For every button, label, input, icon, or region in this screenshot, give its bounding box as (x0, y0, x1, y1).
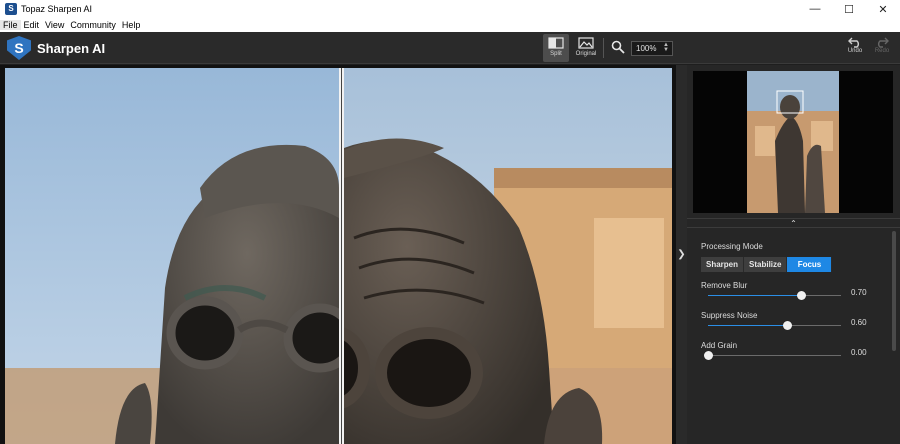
zoom-spinner-icon[interactable]: ▲ ▼ (663, 42, 669, 53)
undo-button[interactable]: Undo (843, 36, 867, 54)
mode-stabilize-button[interactable]: Stabilize (744, 257, 788, 272)
statue-photo-original (5, 68, 339, 444)
window-titlebar: S Topaz Sharpen AI — ☐ ✕ (0, 0, 900, 18)
panel-toggle-rail[interactable]: ❯ (676, 65, 687, 444)
settings-section: Processing Mode Sharpen Stabilize Focus … (687, 229, 900, 444)
suppress-noise-slider[interactable] (708, 321, 841, 330)
collapse-navigator-button[interactable]: ⌃ (687, 218, 900, 228)
suppress-noise-value: 0.60 (851, 318, 867, 327)
app-icon: S (5, 3, 17, 15)
settings-scrollbar[interactable] (891, 229, 896, 444)
menu-community[interactable]: Community (67, 20, 119, 30)
undo-label: Undo (847, 48, 863, 54)
app-logo-icon: S (7, 36, 31, 60)
navigator-preview-image (693, 71, 893, 213)
suppress-noise-knob[interactable] (783, 321, 793, 330)
split-view-button[interactable]: Split (543, 34, 569, 62)
close-button[interactable]: ✕ (866, 0, 900, 18)
original-view-icon (578, 37, 594, 49)
settings-panel: ⌃ Processing Mode Sharpen Stabilize Focu… (687, 65, 900, 444)
redo-icon (878, 37, 889, 48)
statue-photo-processed (344, 68, 672, 444)
add-grain-slider[interactable] (703, 351, 841, 360)
suppress-noise-label: Suppress Noise (701, 311, 758, 320)
window-title: Topaz Sharpen AI (21, 4, 93, 14)
zoom-field[interactable]: 100% ▲ ▼ (631, 41, 673, 56)
header-divider (603, 38, 604, 58)
add-grain-knob[interactable] (703, 351, 713, 360)
add-grain-value: 0.00 (851, 348, 867, 357)
menu-file[interactable]: File (0, 20, 21, 30)
remove-blur-fill (708, 295, 802, 296)
maximize-button[interactable]: ☐ (832, 0, 866, 18)
menubar: File Edit View Community Help (0, 18, 900, 32)
minimize-button[interactable]: — (798, 0, 832, 18)
original-view-label: Original (575, 51, 597, 57)
navigator-thumbnail[interactable] (693, 71, 893, 213)
mode-sharpen-button[interactable]: Sharpen (701, 257, 745, 272)
original-view-button[interactable]: Original (573, 34, 599, 62)
remove-blur-knob[interactable] (796, 291, 806, 300)
app-header: S Sharpen AI Split Original 100% ▲ ▼ Undo (0, 32, 900, 64)
menu-edit[interactable]: Edit (21, 20, 43, 30)
zoom-icon[interactable] (611, 40, 625, 54)
collapse-panel-icon: ⌃ (790, 219, 797, 228)
original-image-pane[interactable] (5, 68, 339, 444)
processed-image-pane[interactable] (344, 68, 672, 444)
remove-blur-label: Remove Blur (701, 281, 748, 290)
remove-blur-slider[interactable] (708, 291, 841, 300)
app-brand: Sharpen AI (37, 41, 106, 56)
redo-label: Redo (874, 48, 890, 54)
image-viewer[interactable] (0, 65, 676, 444)
processing-mode-label: Processing Mode (701, 242, 763, 251)
expand-panel-icon[interactable]: ❯ (677, 249, 685, 260)
processing-mode-group: Sharpen Stabilize Focus (701, 257, 833, 272)
settings-scrollbar-thumb[interactable] (892, 231, 896, 351)
undo-icon (848, 37, 859, 48)
split-view-label: Split (550, 51, 562, 57)
split-view-icon (548, 37, 564, 49)
zoom-value: 100% (636, 44, 657, 53)
add-grain-label: Add Grain (701, 341, 738, 350)
menu-help[interactable]: Help (119, 20, 144, 30)
mode-focus-button[interactable]: Focus (787, 257, 833, 272)
redo-button[interactable]: Redo (870, 36, 894, 54)
remove-blur-value: 0.70 (851, 288, 867, 297)
suppress-noise-fill (708, 325, 788, 326)
menu-view[interactable]: View (42, 20, 67, 30)
